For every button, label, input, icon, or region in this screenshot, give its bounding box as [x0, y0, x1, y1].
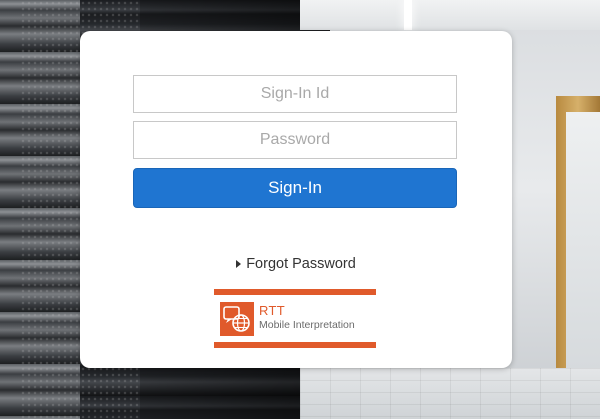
brand-tagline: Mobile Interpretation — [259, 319, 355, 331]
globe-translation-icon — [220, 302, 254, 336]
forgot-password-link[interactable]: Forgot Password — [80, 254, 512, 274]
signin-id-input[interactable] — [133, 75, 457, 113]
door-glass — [566, 112, 600, 382]
floor — [300, 368, 600, 419]
signin-button[interactable]: Sign-In — [133, 168, 457, 208]
brand-name: RTT — [259, 303, 285, 318]
ceiling — [300, 0, 600, 30]
login-card: Sign-In Forgot Password RTT Mobile Inter… — [80, 31, 512, 368]
rtt-logo: RTT Mobile Interpretation — [214, 289, 376, 349]
caret-right-icon — [236, 260, 242, 268]
password-input[interactable] — [133, 121, 457, 159]
logo-top-bar — [214, 289, 376, 295]
forgot-password-label: Forgot Password — [246, 256, 356, 272]
ceiling-light — [404, 0, 412, 30]
logo-bottom-bar — [214, 342, 376, 348]
